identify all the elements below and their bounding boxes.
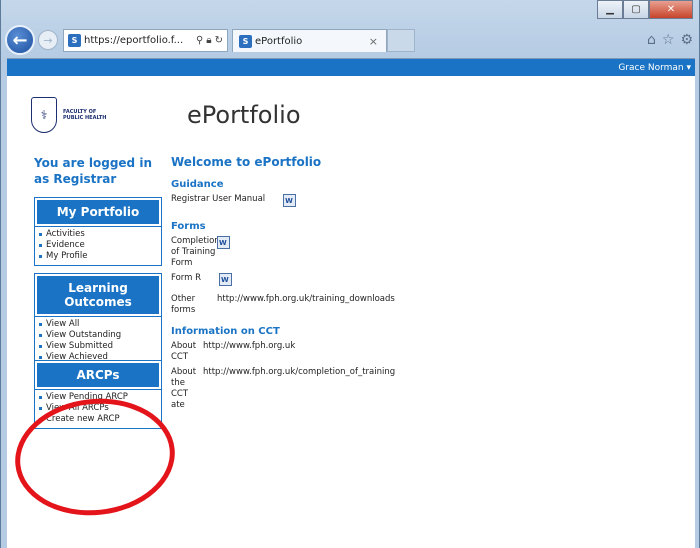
nav-view-pending-arcp[interactable]: View Pending ARCP xyxy=(39,392,161,403)
registrar-manual-label: Registrar User Manual xyxy=(171,194,266,204)
about-cert-label: About the CCT ate xyxy=(171,367,197,411)
navigation-bar: ← → S https://eportfolio.f... ⚲ 🔒︎ ↻ S e… xyxy=(1,22,699,58)
page-viewport: Grace Norman ▾ ⚕ FACULTY OF PUBLIC HEALT… xyxy=(7,58,695,548)
refresh-icon[interactable]: ↻ xyxy=(215,35,223,46)
completion-of-training-link[interactable]: http://www.fph.org.uk/completion_of_trai… xyxy=(203,367,395,411)
crest-icon: ⚕ xyxy=(31,97,57,133)
nav-view-submitted[interactable]: View Submitted xyxy=(39,341,161,352)
main-content: Welcome to ePortfolio Guidance Registrar… xyxy=(171,155,691,412)
lock-icon[interactable]: 🔒︎ xyxy=(206,35,211,46)
browser-window: ▁ ▢ ✕ ← → S https://eportfolio.f... ⚲ 🔒︎… xyxy=(0,0,700,548)
faculty-logo[interactable]: ⚕ FACULTY OF PUBLIC HEALTH xyxy=(31,97,106,133)
word-document-icon[interactable]: W xyxy=(283,194,297,207)
window-caption-buttons: ▁ ▢ ✕ xyxy=(597,0,693,20)
about-cct-label: About CCT xyxy=(171,341,197,363)
nav-my-profile[interactable]: My Profile xyxy=(39,251,161,262)
training-downloads-link[interactable]: http://www.fph.org.uk/training_downloads xyxy=(217,294,395,316)
panel-title: ARCPs xyxy=(34,360,162,390)
tab-title: ePortfolio xyxy=(255,35,303,47)
close-button[interactable]: ✕ xyxy=(649,0,693,19)
site-favicon-icon: S xyxy=(68,34,81,47)
site-title: ePortfolio xyxy=(187,101,301,129)
other-forms-row: Other forms http://www.fph.org.uk/traini… xyxy=(171,294,691,316)
search-icon[interactable]: ⚲ xyxy=(196,35,203,46)
tab-close-icon[interactable]: × xyxy=(369,35,378,48)
nav-view-all[interactable]: View All xyxy=(39,319,161,330)
cct-heading: Information on CCT xyxy=(171,326,280,338)
my-portfolio-panel: My Portfolio Activities Evidence My Prof… xyxy=(34,197,162,267)
fph-link[interactable]: http://www.fph.org.uk xyxy=(203,341,295,363)
back-arrow-icon[interactable]: ← xyxy=(5,25,35,55)
word-document-icon[interactable]: W xyxy=(217,236,230,249)
completion-row: Completion of Training Form W xyxy=(171,236,691,269)
nav-view-outstanding[interactable]: View Outstanding xyxy=(39,330,161,341)
learning-outcomes-panel: Learning Outcomes View All View Outstand… xyxy=(34,273,162,368)
nav-view-all-arcps[interactable]: View All ARCPs xyxy=(39,403,161,414)
form-r-row: Form R W xyxy=(171,273,691,287)
panel-title: Learning Outcomes xyxy=(34,273,162,317)
completion-form-label: Completion of Training Form xyxy=(171,236,220,269)
word-document-icon[interactable]: W xyxy=(219,273,232,287)
new-tab-button[interactable] xyxy=(387,29,415,52)
address-text: https://eportfolio.f... xyxy=(84,35,184,46)
forms-heading: Forms xyxy=(171,221,206,232)
user-bar: Grace Norman ▾ xyxy=(7,59,695,76)
guidance-row: Registrar User Manual W xyxy=(171,194,691,207)
browser-tab[interactable]: S ePortfolio × xyxy=(232,29,387,52)
about-cert-row: About the CCT ate http://www.fph.org.uk/… xyxy=(171,367,691,411)
nav-evidence[interactable]: Evidence xyxy=(39,240,161,251)
gear-icon[interactable]: ⚙ xyxy=(680,32,693,48)
minimize-button[interactable]: ▁ xyxy=(597,0,623,19)
nav-activities[interactable]: Activities xyxy=(39,229,161,240)
about-cct-row: About CCT http://www.fph.org.uk xyxy=(171,341,691,363)
forward-arrow-icon[interactable]: → xyxy=(38,30,58,50)
guidance-heading: Guidance xyxy=(171,179,224,190)
home-icon[interactable]: ⌂ xyxy=(647,32,656,48)
address-bar[interactable]: S https://eportfolio.f... ⚲ 🔒︎ ↻ xyxy=(63,29,228,52)
user-menu[interactable]: Grace Norman ▾ xyxy=(618,63,691,73)
maximize-button[interactable]: ▢ xyxy=(623,0,649,19)
nav-create-new-arcp[interactable]: Create new ARCP xyxy=(39,414,161,425)
star-icon[interactable]: ☆ xyxy=(662,32,675,48)
tab-favicon-icon: S xyxy=(239,34,252,48)
other-forms-label: Other forms xyxy=(171,294,196,316)
welcome-heading: Welcome to ePortfolio xyxy=(171,155,322,169)
form-r-label: Form R xyxy=(171,273,202,284)
logged-in-label: You are logged in as Registrar xyxy=(34,156,152,186)
logo-line-2: PUBLIC HEALTH xyxy=(63,115,107,121)
arcps-panel: ARCPs View Pending ARCP View All ARCPs C… xyxy=(34,360,162,430)
panel-title: My Portfolio xyxy=(34,197,162,227)
